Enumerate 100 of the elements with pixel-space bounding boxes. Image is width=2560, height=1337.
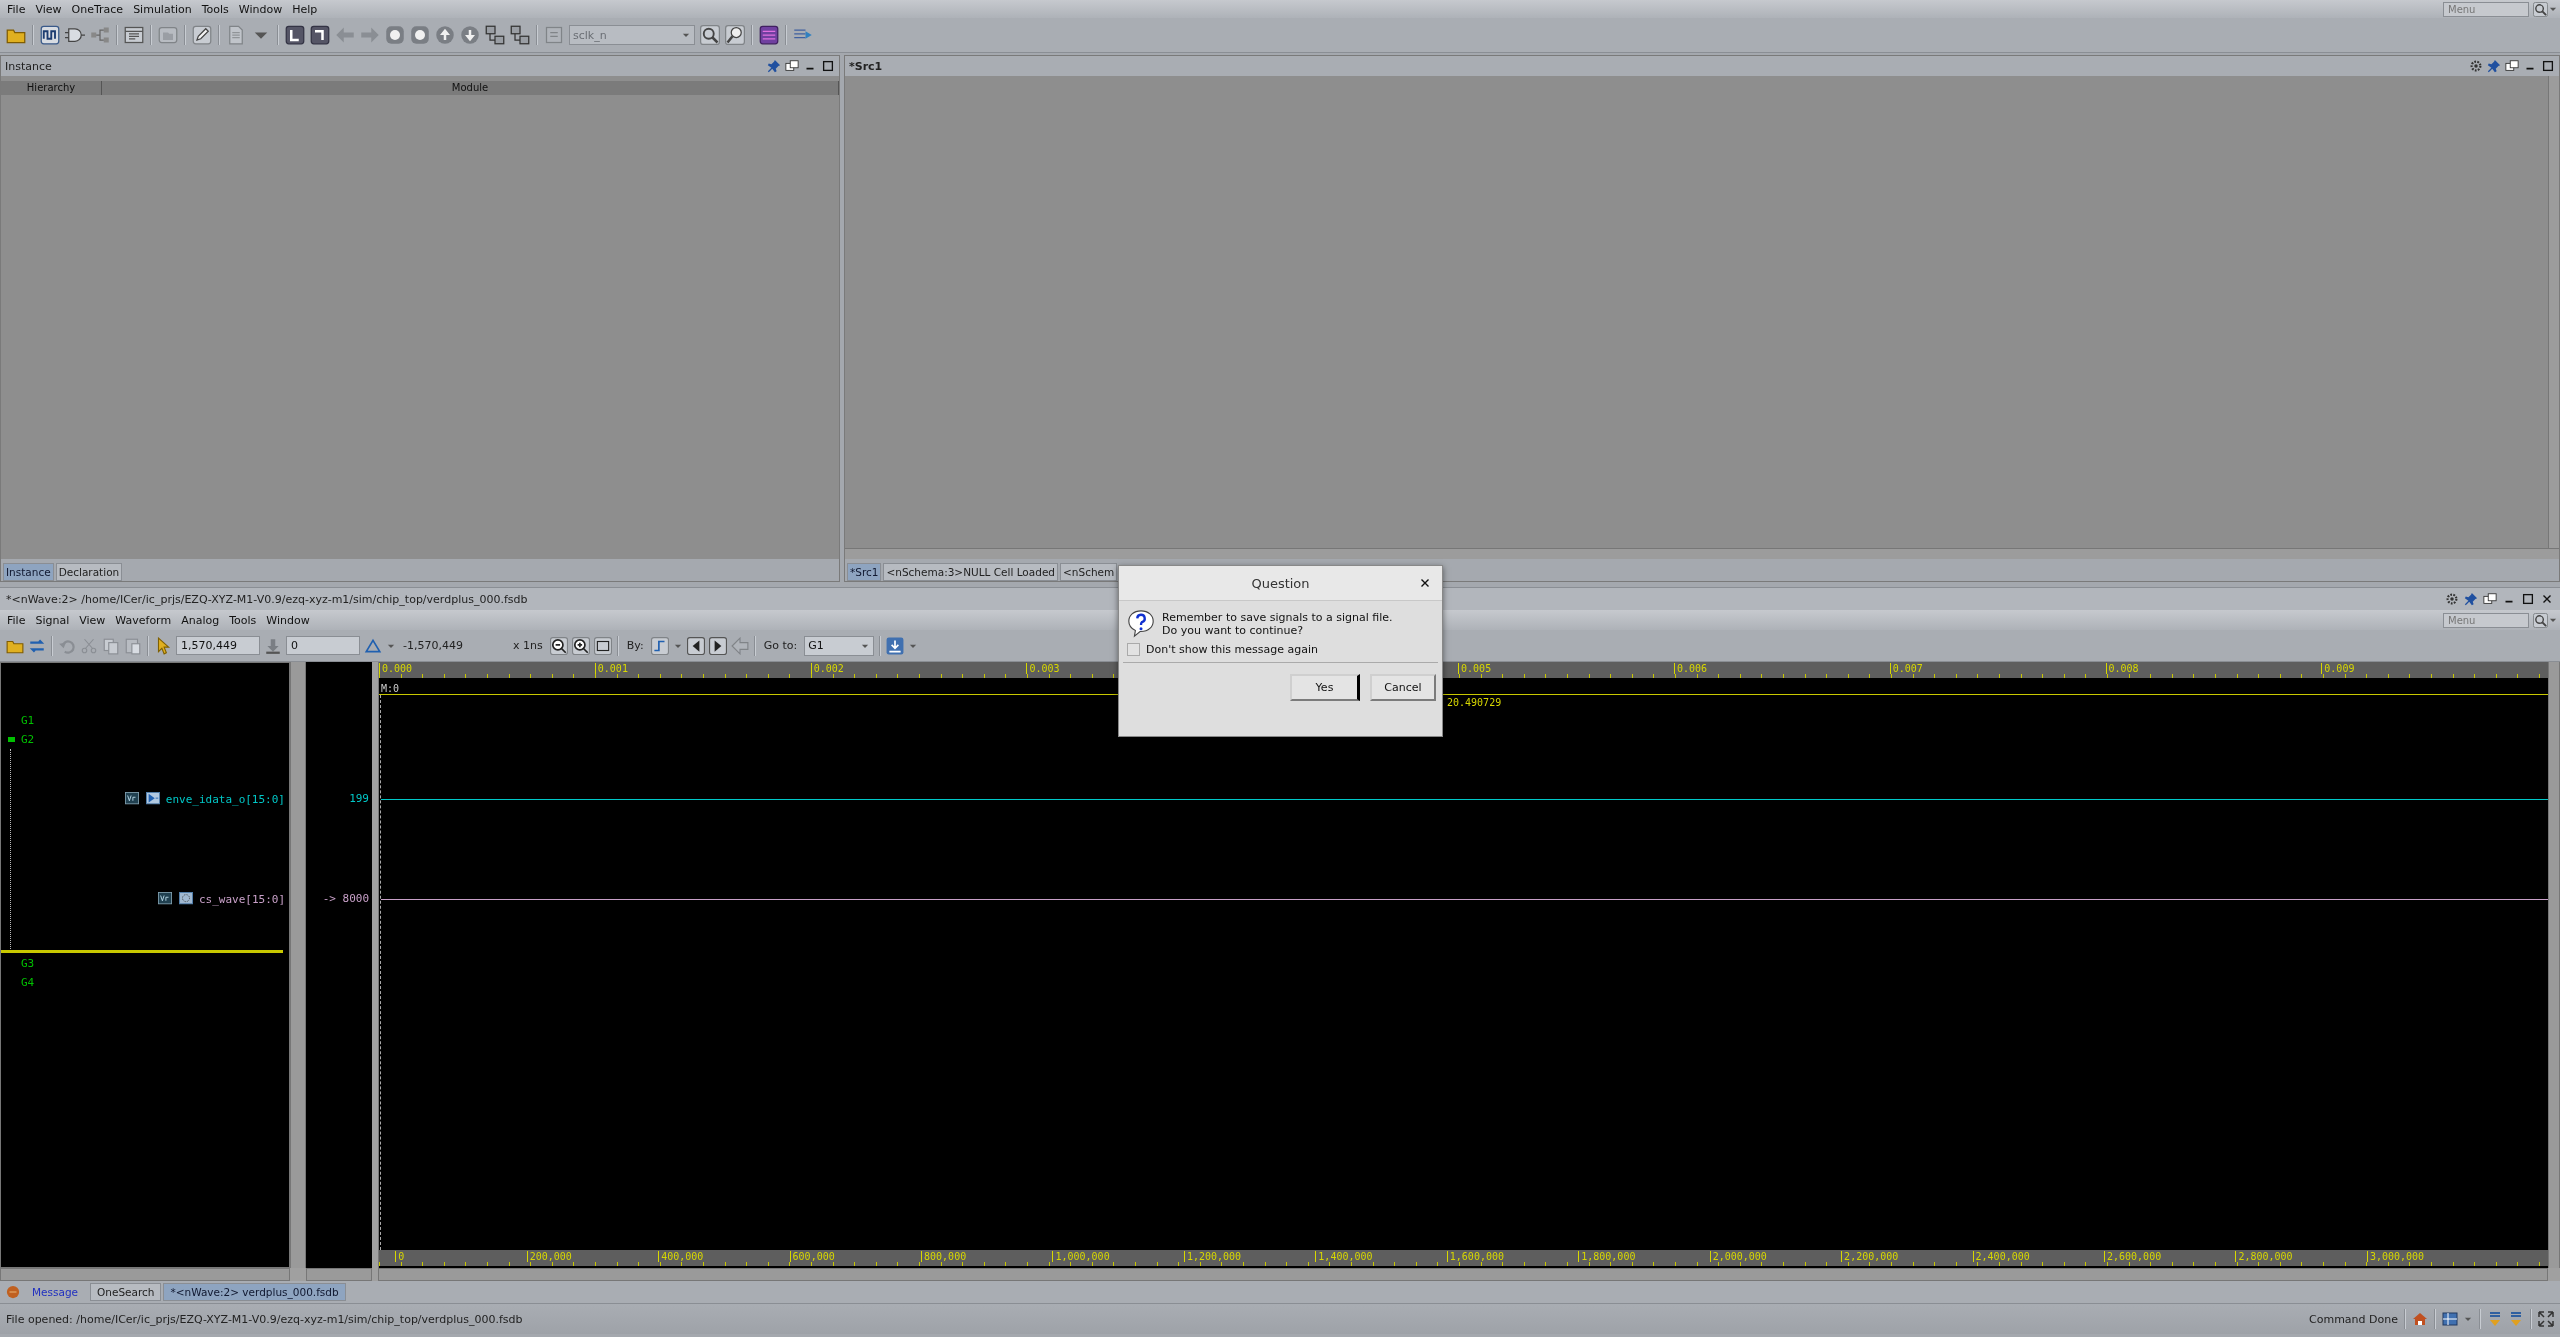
- dialog-button[interactable]: Cancel: [1370, 674, 1436, 701]
- signal-name[interactable]: enve_idata_o[15:0]: [165, 792, 285, 806]
- group-name[interactable]: G3: [21, 957, 35, 970]
- rounded-square-icon[interactable]: [410, 25, 430, 45]
- tab[interactable]: Instance: [3, 563, 54, 581]
- step-left-icon[interactable]: [285, 25, 305, 45]
- signal-name[interactable]: cs_wave[15:0]: [198, 892, 285, 906]
- next-icon[interactable]: [708, 636, 727, 655]
- menu-item[interactable]: Simulation: [128, 1, 197, 17]
- home-icon[interactable]: [2412, 1311, 2428, 1327]
- arrow-down-icon[interactable]: [460, 25, 480, 45]
- menu-item[interactable]: Waveform: [110, 612, 177, 628]
- fullscreen-icon[interactable]: [2538, 1311, 2554, 1327]
- tab[interactable]: *Src1: [847, 563, 882, 581]
- tab[interactable]: Message: [22, 1284, 89, 1300]
- zoom-out-icon[interactable]: [549, 636, 568, 655]
- step-down-icon[interactable]: [310, 25, 330, 45]
- edge-icon[interactable]: [650, 636, 669, 655]
- layout-icon[interactable]: [2442, 1311, 2458, 1327]
- horizontal-scrollbar[interactable]: [378, 1268, 2548, 1281]
- down-arrows-icon[interactable]: [2487, 1311, 2503, 1327]
- tab[interactable]: <nSchem: [1060, 563, 1118, 581]
- ruler-label: 2,400,000: [1972, 1251, 2030, 1262]
- ruler-label: 400,000: [658, 1251, 704, 1262]
- gate-icon[interactable]: [65, 25, 85, 45]
- horizontal-scrollbar[interactable]: [306, 1268, 372, 1281]
- maximize-icon[interactable]: [2521, 592, 2535, 606]
- signal-value: -> 8000: [322, 891, 369, 905]
- pin-icon[interactable]: [2464, 592, 2478, 606]
- zoom-fit-icon[interactable]: [593, 636, 612, 655]
- document-icon[interactable]: [226, 25, 246, 45]
- group-name[interactable]: G1: [21, 714, 35, 727]
- menu-item[interactable]: Tools: [224, 612, 262, 628]
- signal-value: 199: [349, 791, 369, 805]
- download-icon[interactable]: [886, 636, 905, 655]
- restore-icon[interactable]: [2505, 59, 2519, 73]
- panel-title: Instance: [5, 59, 52, 73]
- dialog-button[interactable]: Yes: [1290, 674, 1360, 701]
- column-header[interactable]: Hierarchy: [1, 81, 102, 95]
- restore-icon[interactable]: [2483, 592, 2497, 606]
- apps-icon[interactable]: [759, 25, 779, 45]
- vertical-scrollbar[interactable]: [290, 662, 306, 1268]
- zoom-in-icon[interactable]: [571, 636, 590, 655]
- group-name[interactable]: G2: [21, 733, 35, 746]
- column-header[interactable]: Module: [102, 81, 839, 95]
- waveform-icon[interactable]: [40, 25, 60, 45]
- arrow-up-icon[interactable]: [435, 25, 455, 45]
- settings-icon[interactable]: [2445, 592, 2459, 606]
- horizontal-scrollbar[interactable]: [845, 548, 2559, 559]
- search-icon[interactable]: [2533, 612, 2548, 628]
- menu-item[interactable]: Signal: [30, 612, 75, 628]
- tab[interactable]: *<nWave:2> verdplus_000.fsdb: [163, 1283, 346, 1301]
- menu-item[interactable]: File: [2, 612, 31, 628]
- clipboard-icon[interactable]: [124, 636, 142, 655]
- previous-icon[interactable]: [686, 636, 705, 655]
- cursor-time-field[interactable]: 1,570,449: [176, 636, 260, 655]
- checkbox[interactable]: [1127, 643, 1140, 656]
- search-icon[interactable]: [2533, 1, 2548, 17]
- magnifier-icon[interactable]: [725, 25, 745, 45]
- menu-item[interactable]: Window: [261, 612, 315, 628]
- ruler-label: 1,000,000: [1052, 1251, 1110, 1262]
- maximize-icon[interactable]: [2541, 59, 2555, 73]
- collapse-icon[interactable]: [7, 737, 15, 742]
- hierarchy-icon[interactable]: [90, 25, 110, 45]
- menu-item[interactable]: View: [74, 612, 111, 628]
- boxes-icon[interactable]: [485, 25, 505, 45]
- menu-item[interactable]: Analog: [176, 612, 225, 628]
- menu-item[interactable]: OneTrace: [66, 1, 129, 17]
- boxes-icon[interactable]: [510, 25, 530, 45]
- restore-icon[interactable]: [785, 59, 799, 73]
- settings-icon[interactable]: [2469, 59, 2483, 73]
- marker-time-field[interactable]: 0: [286, 636, 360, 655]
- goto-combo[interactable]: G1: [804, 635, 875, 656]
- copy-icon[interactable]: [102, 636, 120, 655]
- menu-search-field[interactable]: Menu: [2443, 612, 2529, 628]
- vertical-scrollbar[interactable]: [2548, 76, 2559, 548]
- time-unit: x 1ns: [511, 639, 544, 652]
- rounded-square-icon[interactable]: [385, 25, 405, 45]
- marker-icon[interactable]: [264, 636, 282, 655]
- group-name[interactable]: G4: [21, 976, 35, 989]
- folder-icon[interactable]: [158, 25, 178, 45]
- horizontal-scrollbar[interactable]: [0, 1268, 290, 1281]
- panel-title: *Src1: [849, 59, 883, 73]
- tab[interactable]: <nSchema:3>NULL Cell Loaded: [883, 563, 1058, 581]
- vertical-scrollbar[interactable]: [2548, 662, 2560, 1268]
- pencil-icon[interactable]: [192, 25, 212, 45]
- menu-item[interactable]: File: [2, 1, 31, 17]
- menu-item[interactable]: Window: [233, 1, 288, 17]
- pin-icon[interactable]: [2487, 59, 2501, 73]
- menu-search-field[interactable]: Menu: [2443, 1, 2529, 17]
- tab[interactable]: Declaration: [55, 563, 123, 581]
- maximize-icon[interactable]: [821, 59, 835, 73]
- menu-item[interactable]: Help: [287, 1, 323, 17]
- tab[interactable]: OneSearch: [90, 1283, 162, 1301]
- window-icon[interactable]: [124, 25, 144, 45]
- menu-item[interactable]: Tools: [196, 1, 234, 17]
- search-icon[interactable]: [700, 25, 720, 45]
- down-arrows-icon[interactable]: [2508, 1311, 2524, 1327]
- menu-item[interactable]: View: [30, 1, 67, 17]
- pin-icon[interactable]: [767, 59, 781, 73]
